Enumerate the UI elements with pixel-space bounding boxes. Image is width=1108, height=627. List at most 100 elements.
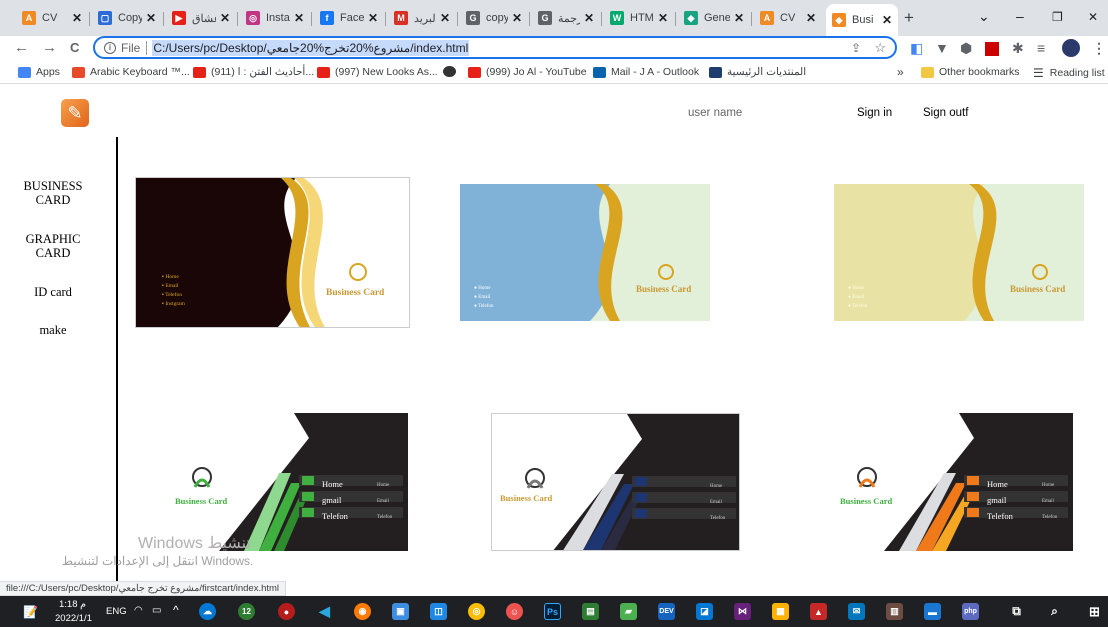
- new-tab-button[interactable]: +: [904, 8, 914, 28]
- notepad-icon[interactable]: 📝: [22, 603, 39, 620]
- dev-app-icon[interactable]: DEV: [658, 603, 675, 620]
- cat-app-icon[interactable]: ●: [278, 603, 295, 620]
- browser-tab[interactable]: M البريد ✕: [388, 6, 456, 30]
- card-template-4[interactable]: Business Card Home gmail Telefon Home Em…: [159, 413, 408, 551]
- sign-out-link[interactable]: Sign outf: [923, 107, 968, 119]
- mail-icon[interactable]: ✉: [848, 603, 865, 620]
- shield-extension-icon[interactable]: ⬢: [960, 40, 972, 57]
- menu-icon[interactable]: ⋮: [1092, 40, 1106, 57]
- bookmark-item[interactable]: (999) Jo Al - YouTube: [468, 66, 587, 78]
- photoshop-icon[interactable]: Ps: [544, 603, 561, 620]
- share-icon[interactable]: ⇪: [851, 41, 861, 55]
- calendar-app-icon[interactable]: ▦: [772, 603, 789, 620]
- close-window-button[interactable]: ✕: [1088, 10, 1098, 24]
- close-tab-icon[interactable]: ✕: [220, 11, 230, 25]
- browser-tab[interactable]: ▢ Copy ✕: [92, 6, 162, 30]
- url-text[interactable]: C:/Users/pc/Desktop/مشروع%20تخرج%20جامعي…: [152, 39, 470, 56]
- browser-tab[interactable]: ◆ Busi ✕: [826, 4, 898, 36]
- php-icon[interactable]: php: [962, 603, 979, 620]
- winrar-icon[interactable]: ▥: [886, 603, 903, 620]
- explorer-icon[interactable]: ▬: [924, 603, 941, 620]
- restore-button[interactable]: ❐: [1052, 10, 1063, 24]
- browser-tab[interactable]: A CV ✕: [16, 6, 88, 30]
- vscode-icon[interactable]: ◀: [316, 603, 333, 620]
- browser-tab[interactable]: W HTM ✕: [604, 6, 674, 30]
- sign-in-link[interactable]: Sign in: [857, 107, 892, 119]
- close-tab-icon[interactable]: ✕: [368, 11, 378, 25]
- close-tab-icon[interactable]: ✕: [882, 13, 892, 27]
- sidebar-item-graphic-card[interactable]: GRAPHIC CARD: [13, 232, 93, 260]
- other-bookmarks[interactable]: Other bookmarks: [921, 66, 1020, 78]
- browser-tab[interactable]: ▶ عشاق ✕: [166, 6, 236, 30]
- youtube-icon: [193, 66, 206, 78]
- sidebar-item-make[interactable]: make: [13, 323, 93, 337]
- bookmark-item[interactable]: المنتديات الرئيسية: [709, 66, 806, 78]
- mascot-app-icon[interactable]: ☺: [506, 603, 523, 620]
- reading-list-icon[interactable]: ≡: [1037, 40, 1045, 56]
- bookmarks-overflow-button[interactable]: »: [897, 65, 904, 79]
- browser-tab[interactable]: f Faceb ✕: [314, 6, 384, 30]
- forward-button[interactable]: →: [42, 39, 57, 56]
- vpn-extension-icon[interactable]: ▼: [935, 40, 949, 56]
- close-tab-icon[interactable]: ✕: [72, 11, 82, 25]
- info-icon[interactable]: i: [104, 41, 116, 54]
- address-bar[interactable]: i File C:/Users/pc/Desktop/مشروع%20تخرج%…: [93, 36, 897, 59]
- card-template-6[interactable]: Business Card Home gmail Telefon Home Em…: [824, 413, 1073, 551]
- star-icon[interactable]: ☆: [874, 40, 886, 56]
- close-tab-icon[interactable]: ✕: [440, 11, 450, 25]
- puzzle-icon[interactable]: ✱: [1012, 40, 1024, 57]
- wifi-icon[interactable]: ◠: [134, 605, 143, 616]
- terminal-icon[interactable]: ▤: [582, 603, 599, 620]
- store-icon[interactable]: ◫: [430, 603, 447, 620]
- browser-tab[interactable]: ◆ Gene ✕: [678, 6, 750, 30]
- chevron-up-icon[interactable]: ^: [173, 603, 179, 617]
- bookmark-item[interactable]: (911) أحاديث الفتن : ا...: [193, 66, 314, 78]
- visual-studio-icon[interactable]: ⋈: [734, 603, 751, 620]
- sidebar-item-id-card[interactable]: ID card: [13, 285, 93, 299]
- reading-list-button[interactable]: ☰ Reading list: [1033, 66, 1105, 80]
- close-tab-icon[interactable]: ✕: [584, 11, 594, 25]
- app-badge-icon[interactable]: 12: [238, 603, 255, 620]
- search-icon[interactable]: ⌕: [1046, 603, 1063, 620]
- bookmark-item[interactable]: [443, 66, 461, 77]
- close-tab-icon[interactable]: ✕: [806, 11, 816, 25]
- task-view-icon[interactable]: ⧉: [1008, 603, 1025, 620]
- sidebar-item-business-card[interactable]: BUSINESS CARD: [13, 179, 93, 207]
- close-tab-icon[interactable]: ✕: [734, 11, 744, 25]
- avatar[interactable]: [1062, 39, 1080, 57]
- card-template-2[interactable]: Business Card ● Home ● Email ● Telefon: [460, 184, 710, 321]
- close-tab-icon[interactable]: ✕: [512, 11, 522, 25]
- bookmark-item[interactable]: Arabic Keyboard ™...: [72, 66, 190, 78]
- battery-icon[interactable]: ▭: [152, 605, 161, 616]
- cube-app-icon[interactable]: ▣: [392, 603, 409, 620]
- reload-button[interactable]: C: [70, 40, 79, 55]
- red-extension-icon[interactable]: [985, 42, 999, 56]
- onedrive-icon[interactable]: ☁: [199, 603, 216, 620]
- close-tab-icon[interactable]: ✕: [658, 11, 668, 25]
- tab-search-button[interactable]: ⌄: [978, 8, 990, 25]
- back-button[interactable]: ←: [14, 39, 29, 56]
- card-template-1[interactable]: Business Card ▪ Home ▪ Email ▪ Telefon ▪…: [135, 177, 410, 328]
- close-tab-icon[interactable]: ✕: [146, 11, 156, 25]
- language-indicator[interactable]: ENG: [106, 606, 127, 617]
- notebook-icon[interactable]: ▰: [620, 603, 637, 620]
- bookmark-item[interactable]: Mail - J A - Outlook: [593, 66, 699, 78]
- card-template-5[interactable]: Business Card Home Email Telefon: [491, 413, 740, 551]
- browser-tab[interactable]: G ترجمة ✕: [532, 6, 600, 30]
- windows-start-icon[interactable]: ⊞: [1086, 603, 1103, 620]
- acrobat-icon[interactable]: ▲: [810, 603, 827, 620]
- chrome-icon[interactable]: ◎: [468, 603, 485, 620]
- minimize-button[interactable]: –: [1016, 8, 1024, 24]
- bookmark-item[interactable]: Apps: [18, 66, 60, 78]
- card-template-3[interactable]: Business Card ● Home ● Email ● Telefon: [834, 184, 1084, 321]
- browser-tab[interactable]: ◎ Insta ✕: [240, 6, 310, 30]
- instagram-icon: ◎: [246, 11, 260, 25]
- translate-extension-icon[interactable]: ◧: [910, 40, 923, 57]
- bookmark-item[interactable]: (997) New Looks As...: [317, 66, 438, 78]
- firefox-icon[interactable]: ◉: [354, 603, 371, 620]
- browser-tab[interactable]: A CV ✕: [754, 6, 822, 30]
- site-logo-icon[interactable]: ✎: [61, 99, 89, 127]
- visio-icon[interactable]: ◪: [696, 603, 713, 620]
- close-tab-icon[interactable]: ✕: [294, 11, 304, 25]
- browser-tab[interactable]: Gcopy ✕: [460, 6, 528, 30]
